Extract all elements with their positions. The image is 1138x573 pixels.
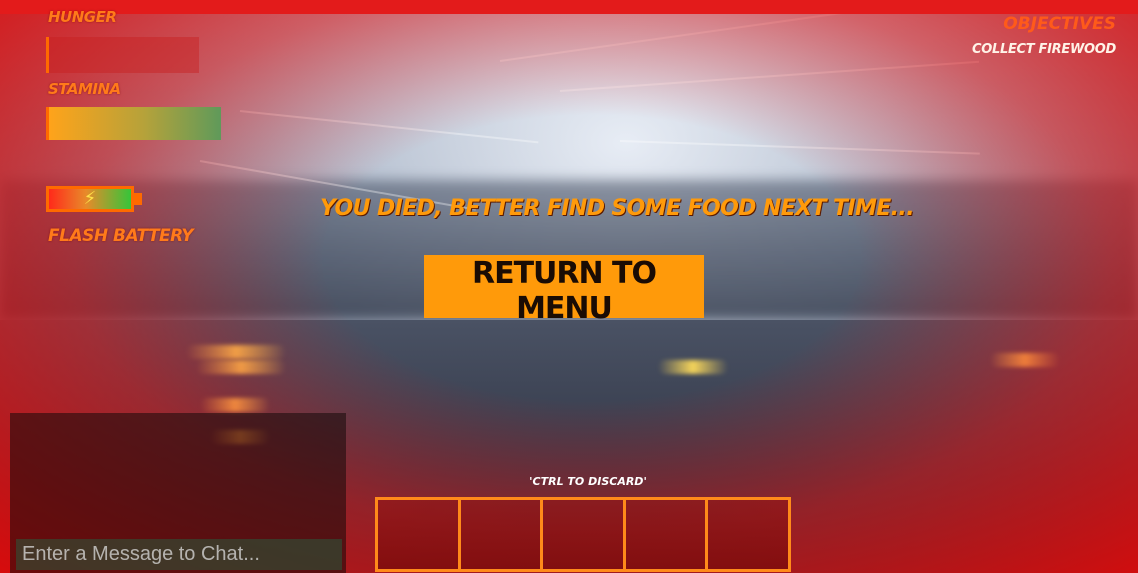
inventory-slot[interactable] [460,500,544,569]
hunger-bar [46,37,199,73]
light-glow [200,398,270,412]
death-message: YOU DIED, BETTER FIND SOME FOOD NEXT TIM… [320,196,915,221]
motion-streak [559,60,980,92]
flash-battery-indicator: ⚡ [46,186,134,212]
light-glow [186,345,286,359]
inventory-slot[interactable] [625,500,709,569]
light-glow [196,360,286,374]
flash-battery-label: FLASH BATTERY [48,226,194,246]
discard-hint: 'CTRL TO DISCARD' [529,475,647,488]
motion-streak [619,140,980,155]
motion-streak [499,7,877,62]
objective-item: COLLECT FIREWOOD [971,42,1116,57]
inventory-bar [375,497,791,572]
lightning-bolt-icon: ⚡ [83,188,97,209]
hunger-label: HUNGER [48,8,117,26]
objectives-title: OBJECTIVES [1003,14,1116,34]
inventory-slot[interactable] [543,500,626,569]
stamina-bar [46,107,221,140]
damage-edge [0,0,1138,14]
chat-input[interactable] [16,539,342,570]
light-glow [990,353,1060,367]
inventory-slot[interactable] [378,500,461,569]
stamina-label: STAMINA [48,80,121,98]
battery-cap [134,193,142,205]
light-glow [658,360,728,374]
return-to-menu-button[interactable]: RETURN TO MENU [424,255,704,326]
motion-streak [239,110,539,144]
inventory-slot[interactable] [708,500,788,569]
